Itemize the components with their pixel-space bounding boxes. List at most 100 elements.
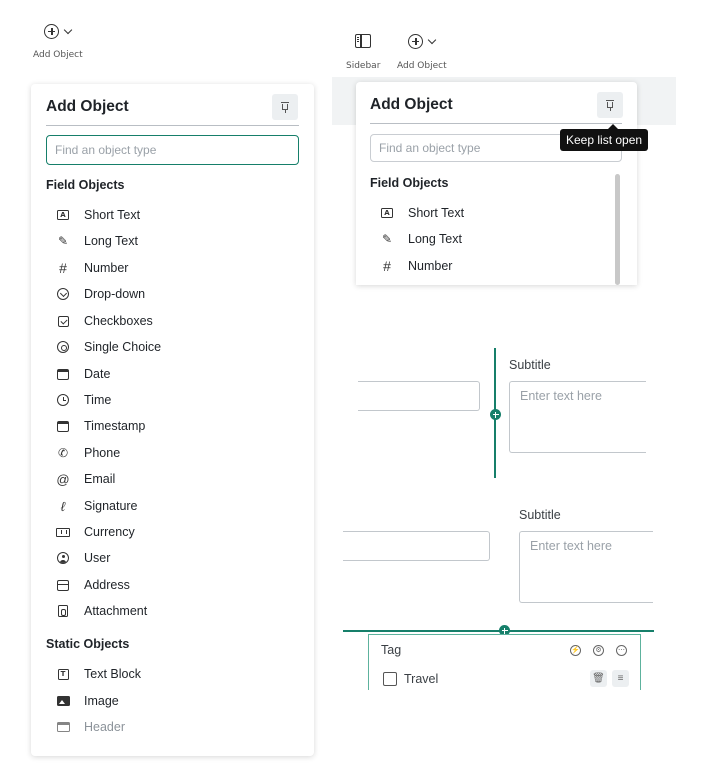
object-item-label: Checkboxes: [84, 314, 153, 328]
travel-option-label: Travel: [404, 672, 439, 686]
lightning-icon[interactable]: ⚡: [570, 645, 581, 656]
chevron-down-icon: [428, 35, 437, 44]
sidebar-toolbar-button[interactable]: Sidebar: [346, 31, 380, 71]
object-item-label: Timestamp: [84, 419, 146, 433]
object-item-phone[interactable]: ✆ Phone: [56, 446, 120, 460]
subtitle-textarea[interactable]: Enter text here: [509, 381, 646, 453]
add-object-label-2: Add Object: [397, 61, 447, 71]
object-item-label: Address: [84, 578, 130, 592]
short-text-icon: A: [380, 206, 394, 220]
object-item-text-block[interactable]: T Text Block: [56, 667, 141, 681]
drag-handle-icon[interactable]: ≡: [612, 670, 629, 687]
hash-icon: #: [383, 258, 391, 274]
gear-icon[interactable]: ⚙: [593, 645, 604, 656]
image-icon: [56, 694, 70, 708]
object-item-number[interactable]: # Number: [380, 258, 453, 274]
object-item-image[interactable]: Image: [56, 694, 119, 708]
subtitle-label-2: Subtitle: [519, 508, 561, 522]
more-options-icon[interactable]: ⋯: [616, 645, 627, 656]
object-item-label: Single Choice: [84, 340, 162, 354]
object-item-time[interactable]: Time: [56, 393, 111, 407]
keep-list-open-tooltip: Keep list open: [560, 124, 649, 151]
object-item-short-text[interactable]: A Short Text: [56, 208, 140, 222]
add-object-icon-row-2: [408, 31, 437, 51]
trash-icon[interactable]: 🗑: [590, 670, 607, 687]
phone-icon: ✆: [57, 446, 69, 460]
pin-button-2[interactable]: [597, 92, 623, 118]
add-object-toolbar-button[interactable]: Add Object: [33, 21, 83, 60]
pin-icon: [281, 102, 289, 113]
timestamp-icon: [56, 419, 70, 433]
object-item-checkboxes[interactable]: Checkboxes: [56, 314, 153, 328]
panel-divider-2: [370, 123, 622, 124]
object-item-timestamp[interactable]: Timestamp: [56, 419, 145, 433]
object-item-number[interactable]: # Number: [56, 260, 129, 276]
sidebar-icon: [355, 34, 372, 48]
add-circle-icon: [408, 33, 424, 49]
object-item-label: Currency: [84, 525, 135, 539]
object-item-date[interactable]: Date: [56, 367, 110, 381]
subtitle-textarea-2[interactable]: Enter text here: [519, 531, 653, 603]
object-item-currency[interactable]: Currency: [56, 525, 135, 539]
chevron-down-icon: [64, 25, 73, 34]
object-item-label: Time: [84, 393, 112, 407]
object-item-signature[interactable]: ℓ Signature: [56, 498, 138, 514]
checkbox-icon: [56, 314, 70, 328]
object-item-user[interactable]: User: [56, 551, 110, 565]
object-item-label: Long Text: [84, 234, 138, 248]
short-text-field-preview[interactable]: [358, 381, 480, 411]
object-item-label: Phone: [84, 446, 121, 460]
radio-icon: [56, 340, 70, 354]
add-object-label: Add Object: [33, 50, 83, 60]
field-objects-heading: Field Objects: [46, 178, 125, 192]
panel-scrollbar[interactable]: [615, 174, 620, 285]
tag-field-card[interactable]: Tag ⚡ ⚙ ⋯ Travel 🗑 ≡: [368, 634, 641, 690]
signature-icon: ℓ: [60, 498, 66, 514]
object-item-label: Long Text: [408, 232, 462, 246]
object-item-label: Header: [84, 720, 125, 734]
travel-checkbox[interactable]: [383, 672, 397, 686]
long-text-icon: ✎: [57, 234, 69, 248]
short-text-field-preview-2[interactable]: [343, 531, 490, 561]
add-object-panel: Add Object Field Objects A Short Text ✎ …: [31, 84, 314, 756]
object-item-email[interactable]: @ Email: [56, 472, 116, 487]
object-item-long-text[interactable]: ✎ Long Text: [380, 232, 462, 246]
text-block-icon: T: [56, 667, 70, 681]
object-item-label: Email: [84, 472, 116, 486]
subtitle-label: Subtitle: [509, 358, 551, 372]
sidebar-icon-row: [355, 31, 372, 51]
object-item-label: Number: [84, 261, 129, 275]
long-text-icon: ✎: [381, 232, 393, 246]
object-item-long-text[interactable]: ✎ Long Text: [56, 234, 138, 248]
panel-title: Add Object: [46, 98, 129, 115]
object-item-label: User: [84, 551, 111, 565]
object-search-input[interactable]: [46, 135, 299, 165]
object-item-short-text[interactable]: A Short Text: [380, 206, 464, 220]
object-item-label: Image: [84, 694, 119, 708]
object-item-label: Attachment: [84, 604, 148, 618]
add-object-toolbar-button-2[interactable]: Add Object: [397, 31, 447, 71]
object-item-label: Number: [408, 259, 453, 273]
panel-divider: [46, 125, 299, 126]
user-icon: [56, 551, 70, 565]
insert-plus-icon[interactable]: [490, 409, 501, 420]
calendar-icon: [56, 367, 70, 381]
field-objects-heading-2: Field Objects: [370, 176, 449, 190]
object-item-drop-down[interactable]: Drop-down: [56, 287, 145, 301]
clock-icon: [56, 393, 70, 407]
object-item-label: Short Text: [84, 208, 141, 222]
hash-icon: #: [59, 260, 67, 276]
object-item-attachment[interactable]: Attachment: [56, 604, 147, 618]
address-icon: [56, 578, 70, 592]
object-item-label: Date: [84, 367, 111, 381]
object-item-single-choice[interactable]: Single Choice: [56, 340, 161, 354]
object-item-header[interactable]: Header: [56, 720, 125, 734]
object-item-label: Signature: [84, 499, 138, 513]
panel-title-2: Add Object: [370, 96, 453, 113]
add-circle-icon: [44, 23, 60, 39]
sidebar-label: Sidebar: [346, 61, 381, 71]
pin-button[interactable]: [272, 94, 298, 120]
attachment-icon: [56, 604, 70, 618]
add-object-panel-pinned: Add Object Field Objects A Short Text ✎ …: [356, 82, 637, 285]
object-item-address[interactable]: Address: [56, 578, 130, 592]
